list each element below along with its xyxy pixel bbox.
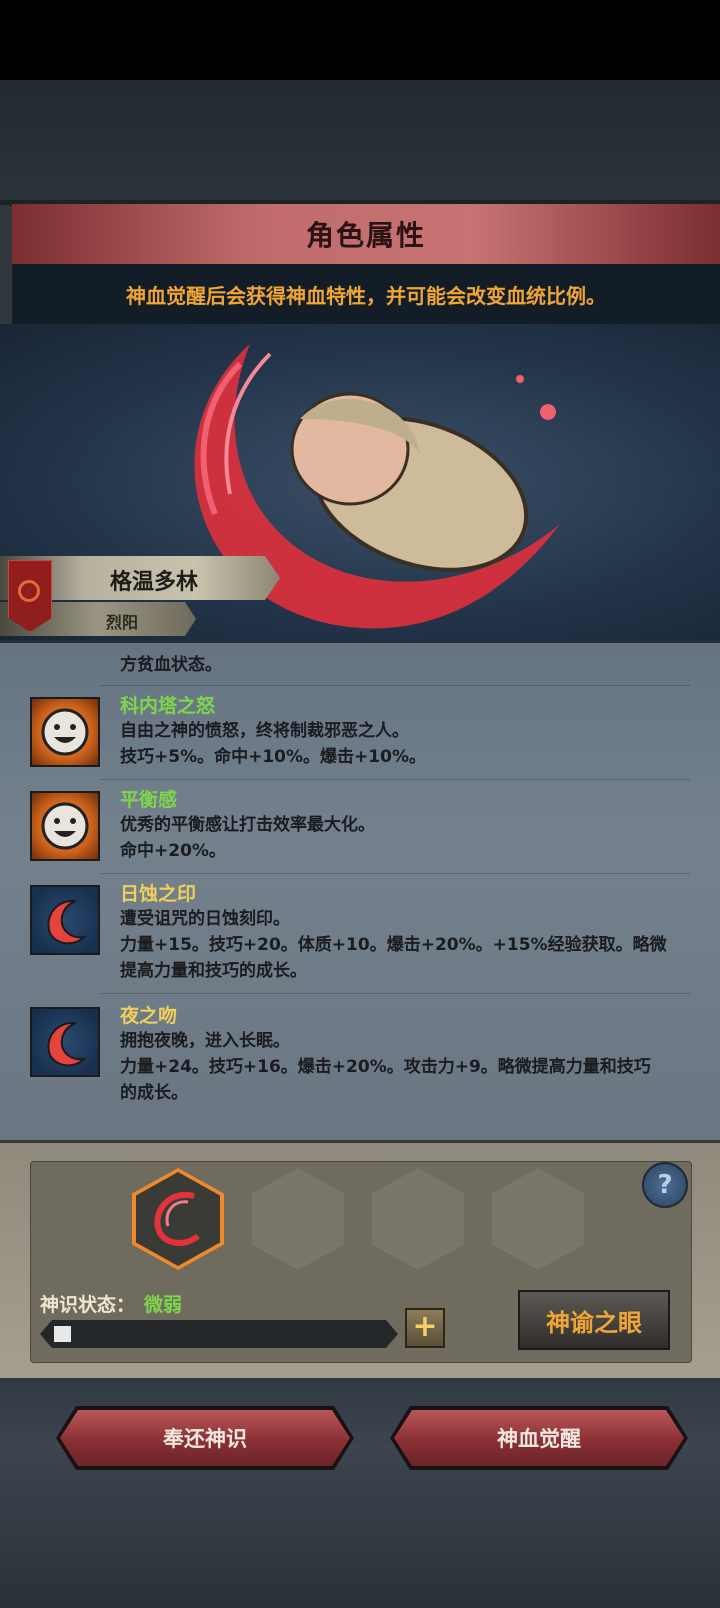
trait-desc-line: 提高力量和技巧的成长。 <box>120 961 307 981</box>
help-icon[interactable]: ? <box>642 1162 688 1208</box>
divine-progress-fill <box>54 1326 71 1342</box>
oracle-eye-button[interactable]: 神谕之眼 <box>518 1290 670 1350</box>
trait-desc-line: 优秀的平衡感让打击效率最大化。 <box>120 815 375 835</box>
title-bar: 角色属性 <box>12 204 720 264</box>
crimson-moon-icon <box>30 885 100 955</box>
divider <box>100 779 690 780</box>
trait-desc-line: 的成长。 <box>120 1083 188 1103</box>
trait-desc-line: 方贫血状态。 <box>120 655 222 675</box>
trait-name: 平衡感 <box>120 789 178 811</box>
trait-name: 日蚀之印 <box>120 883 197 905</box>
clan-emblem-icon <box>18 580 40 602</box>
divine-awaken-button[interactable]: 神血觉醒 <box>394 1410 684 1466</box>
screen: 角色属性 神血觉醒后会获得神血特性，并可能会改变血统比例。 格温多林 烈阳 方贫… <box>0 0 720 1608</box>
page-title: 角色属性 <box>305 219 426 252</box>
trait-desc-line: 命中+20%。 <box>120 841 226 861</box>
notice-banner: 神血觉醒后会获得神血特性，并可能会改变血统比例。 <box>12 264 720 324</box>
divider <box>100 993 690 994</box>
divider <box>100 873 690 874</box>
help-label: ? <box>657 1170 673 1200</box>
trait-desc-line: 力量+15。技巧+20。体质+10。爆击+20%。+15%经验获取。略微 <box>120 935 667 955</box>
notice-text: 神血觉醒后会获得神血特性，并可能会改变血统比例。 <box>126 283 606 308</box>
trait-list[interactable]: 方贫血状态。 科内塔之怒 自由之神的愤怒，终将制裁邪恶之人。 技巧+5%。命中+… <box>0 640 720 1143</box>
oracle-eye-label: 神谕之眼 <box>546 1308 642 1337</box>
trait-desc-line: 技巧+5%。命中+10%。爆击+10%。 <box>120 747 426 767</box>
return-divine-button[interactable]: 奉还神识 <box>60 1410 350 1466</box>
divine-awaken-label: 神血觉醒 <box>497 1427 581 1451</box>
trait-name: 夜之吻 <box>120 1005 178 1027</box>
character-subtitle: 烈阳 <box>106 613 139 632</box>
divine-progress-bar <box>40 1320 398 1348</box>
return-divine-label: 奉还神识 <box>163 1427 247 1451</box>
trait-desc-line: 自由之神的愤怒，终将制裁邪恶之人。 <box>120 721 409 741</box>
smiley-face-icon <box>30 791 100 861</box>
trait-name: 科内塔之怒 <box>120 695 216 717</box>
trait-desc-line: 遭受诅咒的日蚀刻印。 <box>120 909 290 929</box>
divider <box>100 685 690 686</box>
smiley-face-icon <box>30 697 100 767</box>
add-divine-button[interactable]: + <box>405 1308 445 1348</box>
trait-desc-line: 力量+24。技巧+16。爆击+20%。攻击力+9。略微提高力量和技巧 <box>120 1057 651 1077</box>
plus-icon: + <box>412 1309 438 1344</box>
crimson-moon-icon <box>30 1007 100 1077</box>
divine-status-label: 神识状态： <box>40 1294 136 1316</box>
divine-status-value: 微弱 <box>144 1294 183 1316</box>
trait-desc-line: 拥抱夜晚，进入长眠。 <box>120 1031 290 1051</box>
character-name: 格温多林 <box>110 570 199 595</box>
backdrop <box>0 80 720 200</box>
status-bar <box>0 0 720 80</box>
